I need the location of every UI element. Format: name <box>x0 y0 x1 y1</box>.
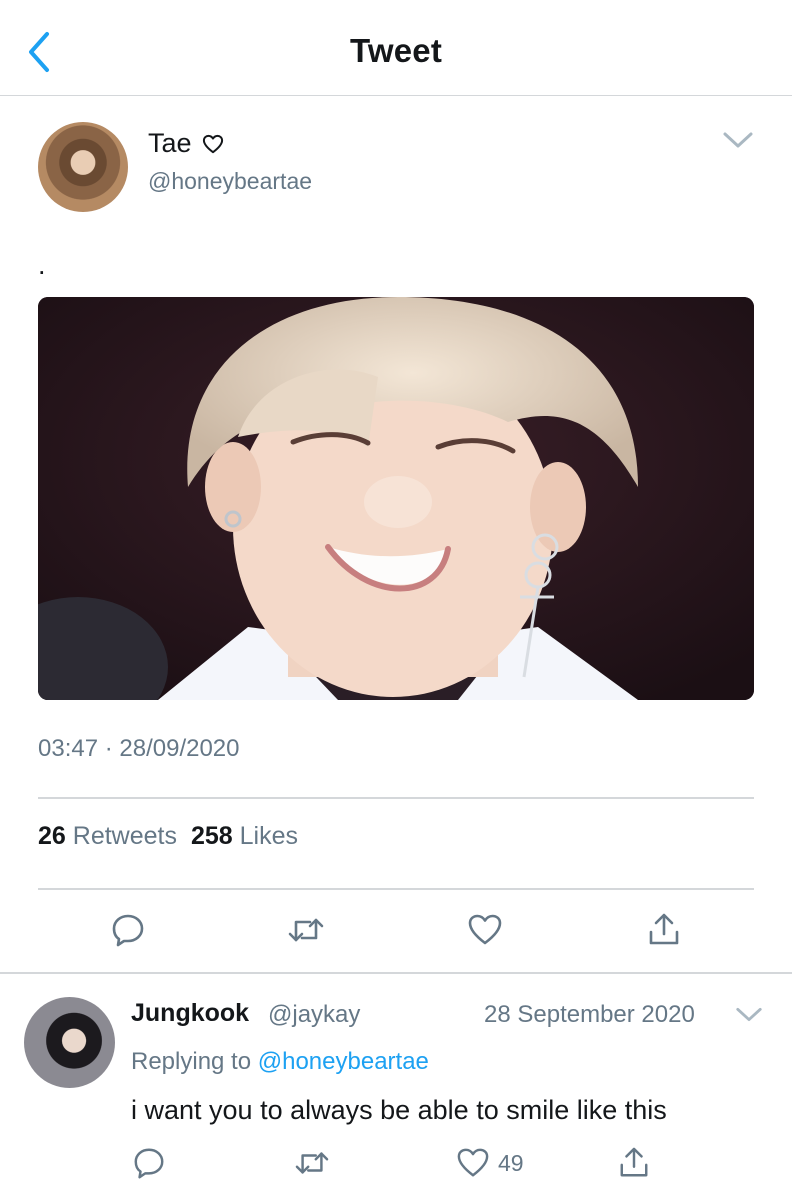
retweets-stat[interactable]: 26 Retweets <box>38 822 177 851</box>
reply-button[interactable] <box>132 1143 166 1183</box>
retweet-button[interactable] <box>284 908 328 952</box>
like-count: 49 <box>498 1149 524 1176</box>
reply-date: 28 September 2020 <box>484 1001 695 1028</box>
share-icon <box>620 1147 648 1177</box>
chevron-down-icon <box>723 132 753 148</box>
tweet-stats: 26 Retweets 258 Likes <box>38 822 298 851</box>
likes-count: 258 <box>190 822 233 850</box>
replying-to: Replying to @honeybeartae <box>131 1048 429 1076</box>
reply-tweet[interactable]: Jungkook @jaykay 28 September 2020 Reply… <box>0 975 792 1200</box>
likes-label: Likes <box>239 822 299 850</box>
page-title: Tweet <box>349 32 443 69</box>
avatar[interactable] <box>38 122 128 212</box>
reply-action-bar: 49 <box>0 1143 792 1187</box>
author-name[interactable]: Tae <box>148 128 224 159</box>
share-icon <box>649 913 679 945</box>
replying-prefix: Replying to <box>131 1048 252 1075</box>
retweet-button[interactable] <box>294 1143 330 1183</box>
reply-author-handle[interactable]: @jaykay <box>268 1001 360 1029</box>
tweet-header: Tae @honeybeartae <box>38 120 754 220</box>
author-handle[interactable]: @honeybeartae <box>148 168 312 195</box>
retweets-count: 26 <box>38 822 66 850</box>
reply-icon <box>112 914 144 947</box>
divider <box>0 972 792 974</box>
retweet-icon <box>288 918 324 942</box>
photo-illustration <box>38 297 754 700</box>
tweet-media-image[interactable] <box>38 297 754 700</box>
share-button[interactable] <box>618 1143 650 1183</box>
retweets-label: Retweets <box>72 822 177 850</box>
tweet-timestamp: 03:47 · 28/09/2020 <box>38 735 240 762</box>
reply-author-name[interactable]: Jungkook <box>131 999 249 1028</box>
like-icon <box>457 1148 489 1177</box>
tweet-action-bar <box>38 908 754 958</box>
heart-outline-icon <box>202 134 223 153</box>
reply-text: i want you to always be able to smile li… <box>131 1095 667 1125</box>
avatar[interactable] <box>24 997 115 1088</box>
tweet-text: . <box>38 250 46 280</box>
replying-to-link[interactable]: @honeybeartae <box>258 1048 429 1075</box>
share-button[interactable] <box>642 908 686 952</box>
like-button[interactable]: 49 <box>456 1143 524 1183</box>
chevron-down-icon <box>736 1007 762 1022</box>
like-button[interactable] <box>463 908 507 952</box>
top-navigation-bar: Tweet <box>0 0 792 96</box>
divider <box>38 888 754 890</box>
likes-stat[interactable]: 258 Likes <box>191 822 298 851</box>
reply-menu-button[interactable] <box>734 999 764 1029</box>
reply-button[interactable] <box>106 908 150 952</box>
retweet-icon <box>295 1152 329 1174</box>
author-name-label: Tae <box>148 128 192 158</box>
divider <box>38 797 754 799</box>
like-icon <box>468 914 502 945</box>
tweet-menu-button[interactable] <box>722 124 754 156</box>
reply-icon <box>134 1148 164 1179</box>
